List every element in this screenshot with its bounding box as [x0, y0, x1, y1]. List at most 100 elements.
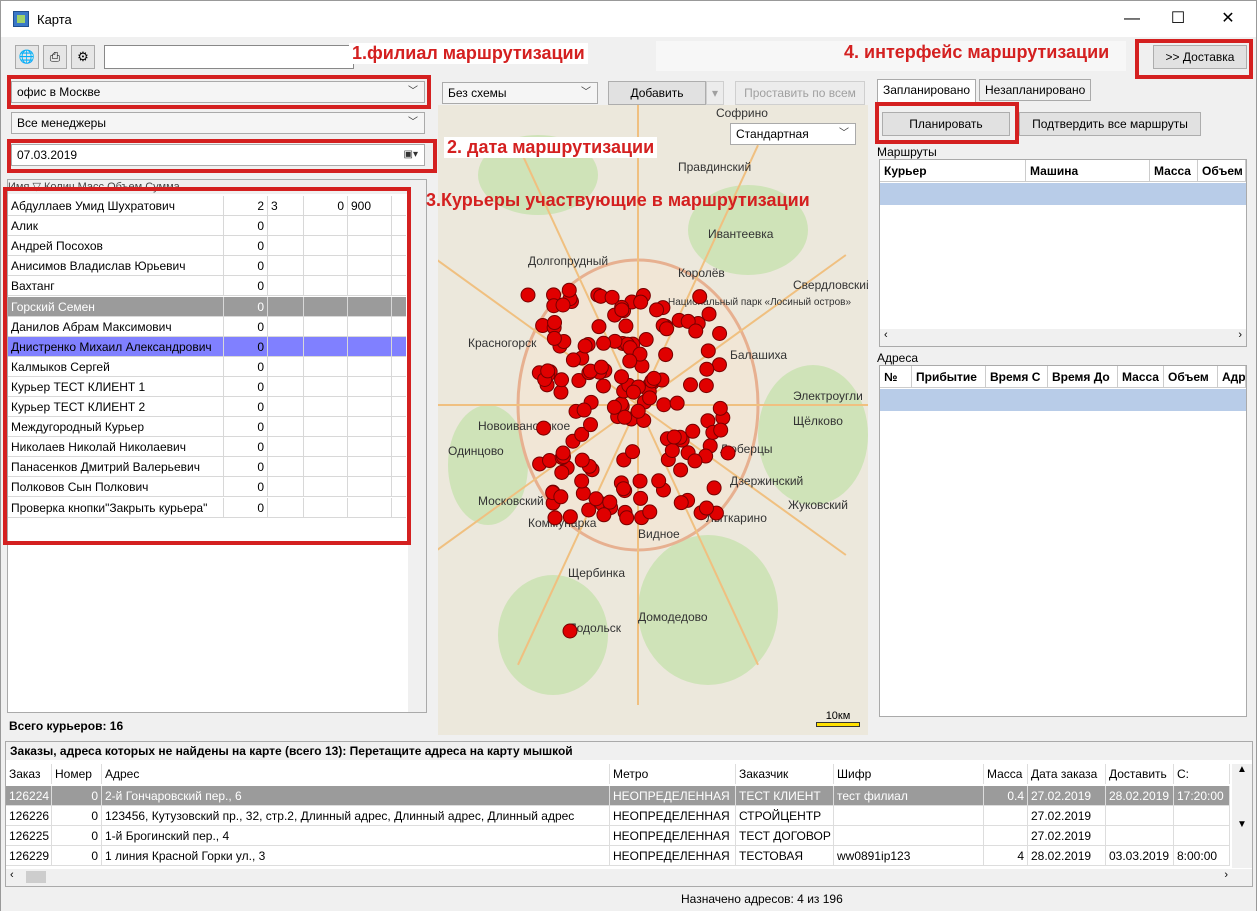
courier-row[interactable]: Данилов Абрам Максимович 0: [8, 316, 406, 337]
orders-col[interactable]: Метро: [610, 764, 736, 784]
order-marker[interactable]: [646, 370, 662, 386]
order-marker[interactable]: [656, 397, 672, 413]
orders-col[interactable]: Заказ: [6, 764, 52, 784]
order-marker[interactable]: [625, 444, 641, 460]
order-marker[interactable]: [618, 318, 634, 334]
order-marker[interactable]: [699, 500, 715, 516]
order-marker[interactable]: [711, 357, 727, 373]
delivery-button[interactable]: >> Доставка: [1153, 45, 1247, 69]
order-marker[interactable]: [562, 623, 578, 639]
order-marker[interactable]: [574, 473, 590, 489]
routes-hscroll[interactable]: ‹ ›: [880, 329, 1246, 346]
orders-col[interactable]: Адрес: [102, 764, 610, 784]
addr-col[interactable]: Время До: [1048, 366, 1118, 388]
order-marker[interactable]: [720, 445, 736, 461]
order-marker[interactable]: [546, 330, 562, 346]
order-marker[interactable]: [565, 352, 581, 368]
order-marker[interactable]: [553, 489, 569, 505]
confirm-routes-button[interactable]: Подтвердить все маршруты: [1019, 112, 1201, 136]
order-marker[interactable]: [619, 510, 635, 526]
order-marker[interactable]: [540, 363, 556, 379]
close-button[interactable]: ✕: [1205, 5, 1251, 33]
courier-row[interactable]: Полковов Сын Полкович 0: [8, 477, 406, 498]
order-marker[interactable]: [685, 423, 701, 439]
branch-select[interactable]: офис в Москве ﹀: [11, 81, 425, 103]
courier-row[interactable]: Горский Семен 0: [8, 296, 406, 317]
addr-col[interactable]: Масса: [1118, 366, 1164, 388]
addr-col[interactable]: Объем: [1164, 366, 1218, 388]
scheme-select[interactable]: Без схемы ﹀: [442, 82, 598, 104]
order-marker[interactable]: [555, 297, 571, 313]
order-marker[interactable]: [602, 494, 618, 510]
order-marker[interactable]: [673, 495, 689, 511]
order-marker[interactable]: [632, 473, 648, 489]
order-marker[interactable]: [591, 319, 607, 335]
routes-col[interactable]: Курьер: [880, 160, 1026, 182]
orders-hscroll[interactable]: ‹ ›: [6, 869, 1252, 886]
order-marker[interactable]: [658, 347, 674, 363]
order-marker[interactable]: [713, 422, 729, 438]
addresses-selected-row[interactable]: [880, 389, 1246, 411]
grid-scrollbar[interactable]: [408, 194, 426, 712]
order-marker[interactable]: [547, 315, 563, 331]
order-marker[interactable]: [642, 390, 658, 406]
order-marker[interactable]: [615, 481, 631, 497]
orders-col[interactable]: Номер: [52, 764, 102, 784]
order-marker[interactable]: [596, 335, 612, 351]
addr-col[interactable]: Адр: [1218, 366, 1246, 388]
order-marker[interactable]: [673, 462, 689, 478]
courier-row[interactable]: Курьер ТЕСТ КЛИЕНТ 20: [8, 397, 406, 417]
order-marker[interactable]: [577, 338, 593, 354]
order-marker[interactable]: [649, 302, 665, 318]
order-marker[interactable]: [562, 509, 578, 525]
courier-row[interactable]: Междугородный Курьер 0: [8, 417, 406, 438]
maximize-button[interactable]: ☐: [1155, 5, 1201, 33]
routes-col[interactable]: Объем: [1198, 160, 1246, 182]
courier-row[interactable]: Николаев Николай Николаевич 0: [8, 437, 406, 458]
order-marker[interactable]: [701, 306, 717, 322]
globe-icon[interactable]: 🌐: [15, 45, 39, 69]
order-marker[interactable]: [712, 326, 728, 342]
add-button[interactable]: Добавить: [608, 81, 706, 105]
order-marker[interactable]: [698, 378, 714, 394]
order-marker[interactable]: [554, 464, 570, 480]
addr-col[interactable]: №: [880, 366, 912, 388]
routes-selected-row[interactable]: [880, 183, 1246, 205]
order-marker[interactable]: [642, 504, 658, 520]
addr-col[interactable]: Прибытие: [912, 366, 986, 388]
order-marker[interactable]: [576, 402, 592, 418]
order-marker[interactable]: [593, 359, 609, 375]
courier-row[interactable]: Днистренко Михаил Александрович 0: [8, 336, 406, 357]
courier-row[interactable]: Анисимов Владислав Юрьевич 0: [8, 256, 406, 277]
order-marker[interactable]: [688, 323, 704, 339]
order-marker[interactable]: [712, 400, 728, 416]
courier-row[interactable]: Андрей Посохов 0: [8, 236, 406, 257]
order-marker[interactable]: [633, 490, 649, 506]
order-marker[interactable]: [575, 485, 591, 501]
orders-col[interactable]: Шифр: [834, 764, 984, 784]
order-marker[interactable]: [638, 332, 654, 348]
order-marker[interactable]: [700, 343, 716, 359]
toolbar-search-input[interactable]: [104, 45, 354, 69]
orders-col[interactable]: Масса: [984, 764, 1028, 784]
apply-all-button[interactable]: Проставить по всем: [735, 81, 865, 105]
plan-button[interactable]: Планировать: [882, 112, 1010, 136]
courier-row[interactable]: Вахтанг 0: [8, 276, 406, 297]
order-marker[interactable]: [664, 442, 680, 458]
order-row[interactable]: 126226 0 123456, Кутузовский пр., 32, стр.…: [6, 806, 1237, 826]
order-marker[interactable]: [625, 384, 641, 400]
courier-row[interactable]: Абдуллаев Умид Шухратович 2 3 0 900: [8, 196, 406, 216]
calendar-icon[interactable]: ▣▾: [404, 145, 418, 165]
courier-row[interactable]: Калмыков Сергей 0: [8, 356, 406, 377]
order-marker[interactable]: [553, 384, 569, 400]
courier-row[interactable]: Проверка кнопки"Закрыть курьера" 0: [8, 497, 406, 518]
order-marker[interactable]: [547, 510, 563, 526]
order-marker[interactable]: [588, 491, 604, 507]
order-marker[interactable]: [630, 403, 646, 419]
order-marker[interactable]: [617, 409, 633, 425]
printer-icon[interactable]: ⎙: [43, 45, 67, 69]
order-marker[interactable]: [682, 377, 698, 393]
order-row[interactable]: 126224 0 2-й Гончаровский пер., 6 НЕОПРЕДЕЛ…: [6, 786, 1237, 806]
order-marker[interactable]: [651, 473, 667, 489]
order-marker[interactable]: [604, 289, 620, 305]
